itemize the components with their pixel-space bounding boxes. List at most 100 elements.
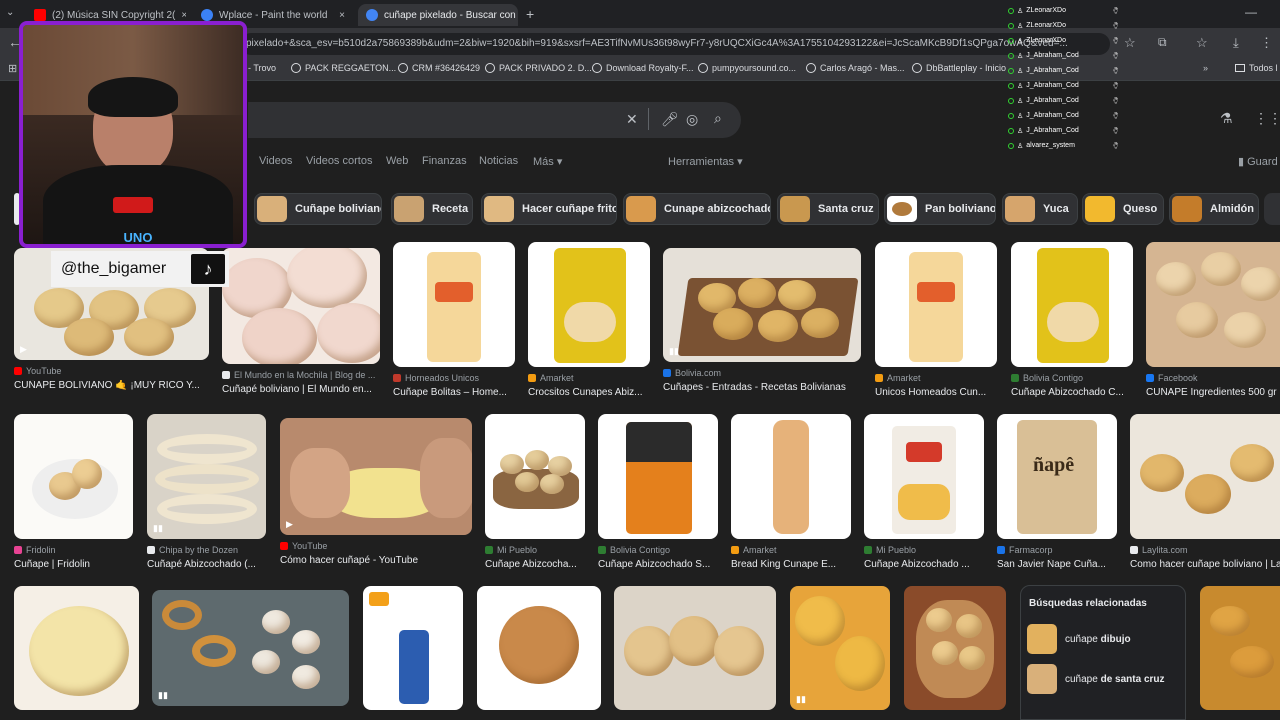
image-result[interactable]: Mi Pueblo Cuñape Abizcocha... — [485, 414, 585, 570]
bookmark-item[interactable]: PACK PRIVADO 2. D... — [485, 63, 592, 73]
close-icon[interactable]: × — [339, 10, 345, 21]
chip-label: Receta — [432, 203, 469, 215]
minimize-icon[interactable]: — — [1245, 5, 1257, 19]
chip-receta[interactable]: Receta — [391, 193, 473, 225]
clear-icon[interactable]: ✕ — [626, 111, 638, 128]
bookmark-icon — [485, 63, 495, 73]
result-source: Amarket — [540, 373, 574, 383]
bookmark-icon[interactable]: ☆ — [1196, 35, 1208, 51]
bookmark-item[interactable]: pumpyoursound.co... — [698, 63, 796, 73]
tab-more[interactable]: Más ▾ — [533, 155, 562, 168]
bookmark-item[interactable]: CRM #36426429 — [398, 63, 480, 73]
image-result[interactable] — [477, 586, 601, 710]
source-favicon-icon — [485, 546, 493, 554]
result-image: ▮▮ — [147, 414, 266, 539]
image-result[interactable]: Fridolin Cuñape | Fridolin — [14, 414, 133, 570]
chip-santa-cruz[interactable]: Santa cruz — [777, 193, 879, 225]
chat-row: ♙ J_Abraham_Cod 🖐︎ — [1008, 48, 1118, 63]
tab-search-icon[interactable]: ⌄ — [6, 7, 14, 18]
result-image — [731, 414, 851, 539]
menu-icon[interactable]: ⋮ — [1260, 35, 1273, 51]
tab-short-videos[interactable]: Videos cortos — [306, 155, 372, 167]
image-result[interactable]: ▮▮ — [790, 586, 890, 710]
image-result[interactable]: ▮▮ — [152, 590, 349, 706]
chip-cunape-abizcochado[interactable]: Cunape abizcochado — [623, 193, 771, 225]
tab-news[interactable]: Noticias — [479, 155, 518, 167]
bookmark-label: Carlos Aragó - Mas... — [820, 63, 905, 73]
image-result[interactable]: Bolivia Contigo Cuñape Abizcochado S... — [598, 414, 718, 570]
chat-row: ♙ J_Abraham_Cod 🖐︎ — [1008, 108, 1118, 123]
tools-button[interactable]: Herramientas ▾ — [668, 155, 743, 168]
chip-thumbnail — [394, 196, 424, 222]
chip-pan-boliviano[interactable]: Pan boliviano — [884, 193, 996, 225]
chip-cunape-boliviano[interactable]: Cuñape boliviano — [254, 193, 382, 225]
image-result[interactable]: Facebook CUÑAPE Ingredientes 500 gr — [1146, 242, 1280, 398]
microphone-icon[interactable]: 🎤︎ — [661, 111, 679, 128]
bookmark-item[interactable]: PACK REGGAETON... — [291, 63, 396, 73]
camera-search-icon[interactable]: ◎ — [686, 111, 698, 128]
result-title: Cuñapé Abizcochado (... — [147, 559, 256, 570]
chat-row: ♙ J_Abraham_Cod 🖐︎ — [1008, 78, 1118, 93]
related-search-item[interactable]: cuñape dibujo — [1021, 619, 1185, 659]
saved-button[interactable]: ▮ Guard — [1238, 155, 1278, 168]
chip-yuca[interactable]: Yuca — [1002, 193, 1078, 225]
tab-finance[interactable]: Finanzas — [422, 155, 467, 167]
chip-hacer-cunape-frito[interactable]: Hacer cuñape frito — [481, 193, 617, 225]
image-result[interactable]: ▮▮ Bolivia.com Cuñapes - Entradas - Rece… — [663, 248, 861, 393]
tab-google-search[interactable]: cuñape pixelado - Buscar con G × — [358, 4, 518, 26]
image-result[interactable] — [14, 586, 139, 710]
image-result[interactable] — [904, 586, 1006, 710]
image-result[interactable] — [363, 586, 463, 710]
search-icon[interactable]: ⌕ — [714, 110, 722, 127]
image-result[interactable]: Horneados Unicos Cuñape Bolitas – Home..… — [393, 242, 515, 398]
result-title: Crocsitos Cunapes Abiz... — [528, 387, 643, 398]
bookmark-item[interactable]: DbBattleplay - Inicio — [912, 63, 1006, 73]
star-icon[interactable]: ☆ — [1124, 35, 1136, 51]
result-title: Cuñape Bolitas – Home... — [393, 387, 507, 398]
new-tab-icon[interactable]: + — [526, 6, 534, 22]
image-result[interactable]: ▶ YouTube Cómo hacer cuñapé - YouTube — [280, 418, 472, 566]
result-image — [1011, 242, 1133, 367]
apps-icon[interactable]: ⊞ — [8, 62, 17, 75]
apps-grid-icon[interactable]: ⋮⋮ — [1254, 110, 1280, 127]
extensions-icon[interactable]: ⧉ — [1158, 35, 1167, 50]
image-result[interactable]: Laylita.com Como hacer cuñape boliviano … — [1130, 414, 1280, 570]
result-image — [598, 414, 718, 539]
source-favicon-icon — [222, 371, 230, 379]
result-source: Fridolin — [26, 545, 56, 555]
tab-videos[interactable]: Videos — [259, 155, 292, 167]
image-result[interactable]: Bolivia Contigo Cuñape Abizcochado C... — [1011, 242, 1133, 398]
image-result[interactable]: Mi Pueblo Cuñape Abizcochado ... — [864, 414, 984, 570]
chip-queso[interactable]: Queso — [1082, 193, 1164, 225]
image-result[interactable] — [1200, 586, 1280, 710]
related-search-item[interactable]: cuñape de santa cruz — [1021, 659, 1185, 699]
chip-partial[interactable] — [1264, 193, 1280, 225]
close-icon[interactable]: × — [181, 10, 186, 21]
bookmark-icon — [592, 63, 602, 73]
image-result[interactable]: Amarket Bread King Cunape E... — [731, 414, 851, 570]
related-label: cuñape de santa cruz — [1065, 673, 1165, 685]
image-result[interactable] — [614, 586, 776, 710]
bookmark-item[interactable]: Download Royalty-F... — [592, 63, 694, 73]
download-icon[interactable]: ⤓ — [1233, 35, 1239, 51]
image-result[interactable]: Amarket Unicos Homeados Cun... — [875, 242, 997, 398]
image-result[interactable]: Amarket Crocsitos Cunapes Abiz... — [528, 242, 650, 398]
bookmark-item[interactable]: - Trovo — [248, 63, 276, 73]
bookmark-item[interactable]: Carlos Aragó - Mas... — [806, 63, 905, 73]
chip-almidon[interactable]: Almidón — [1169, 193, 1259, 225]
image-result[interactable]: El Mundo en la Mochila | Blog de ... Cuñ… — [222, 248, 380, 395]
chat-row: ♙ J_Abraham_Cod 🖐︎ — [1008, 93, 1118, 108]
result-image: ▮▮ — [152, 590, 349, 706]
video-icon: ▮▮ — [153, 523, 163, 533]
result-source: Facebook — [1158, 373, 1198, 383]
more-bookmarks-icon[interactable]: » — [1203, 63, 1208, 73]
globe-favicon-icon — [201, 9, 213, 21]
labs-icon[interactable]: ⚗ — [1220, 110, 1233, 127]
address-bar[interactable]: pixelado+&sca_esv=b510d2a75869389b&udm=2… — [240, 33, 1110, 55]
tab-web[interactable]: Web — [386, 155, 408, 167]
image-result[interactable]: ñapê Farmacorp San Javier Ñape Cuña... — [997, 414, 1117, 570]
result-source: Amarket — [743, 545, 777, 555]
result-source: Laylita.com — [1142, 545, 1188, 555]
image-result[interactable]: ▮▮ Chipa by the Dozen Cuñapé Abizcochado… — [147, 414, 266, 570]
bookmark-folder[interactable]: Todos l — [1235, 63, 1278, 73]
